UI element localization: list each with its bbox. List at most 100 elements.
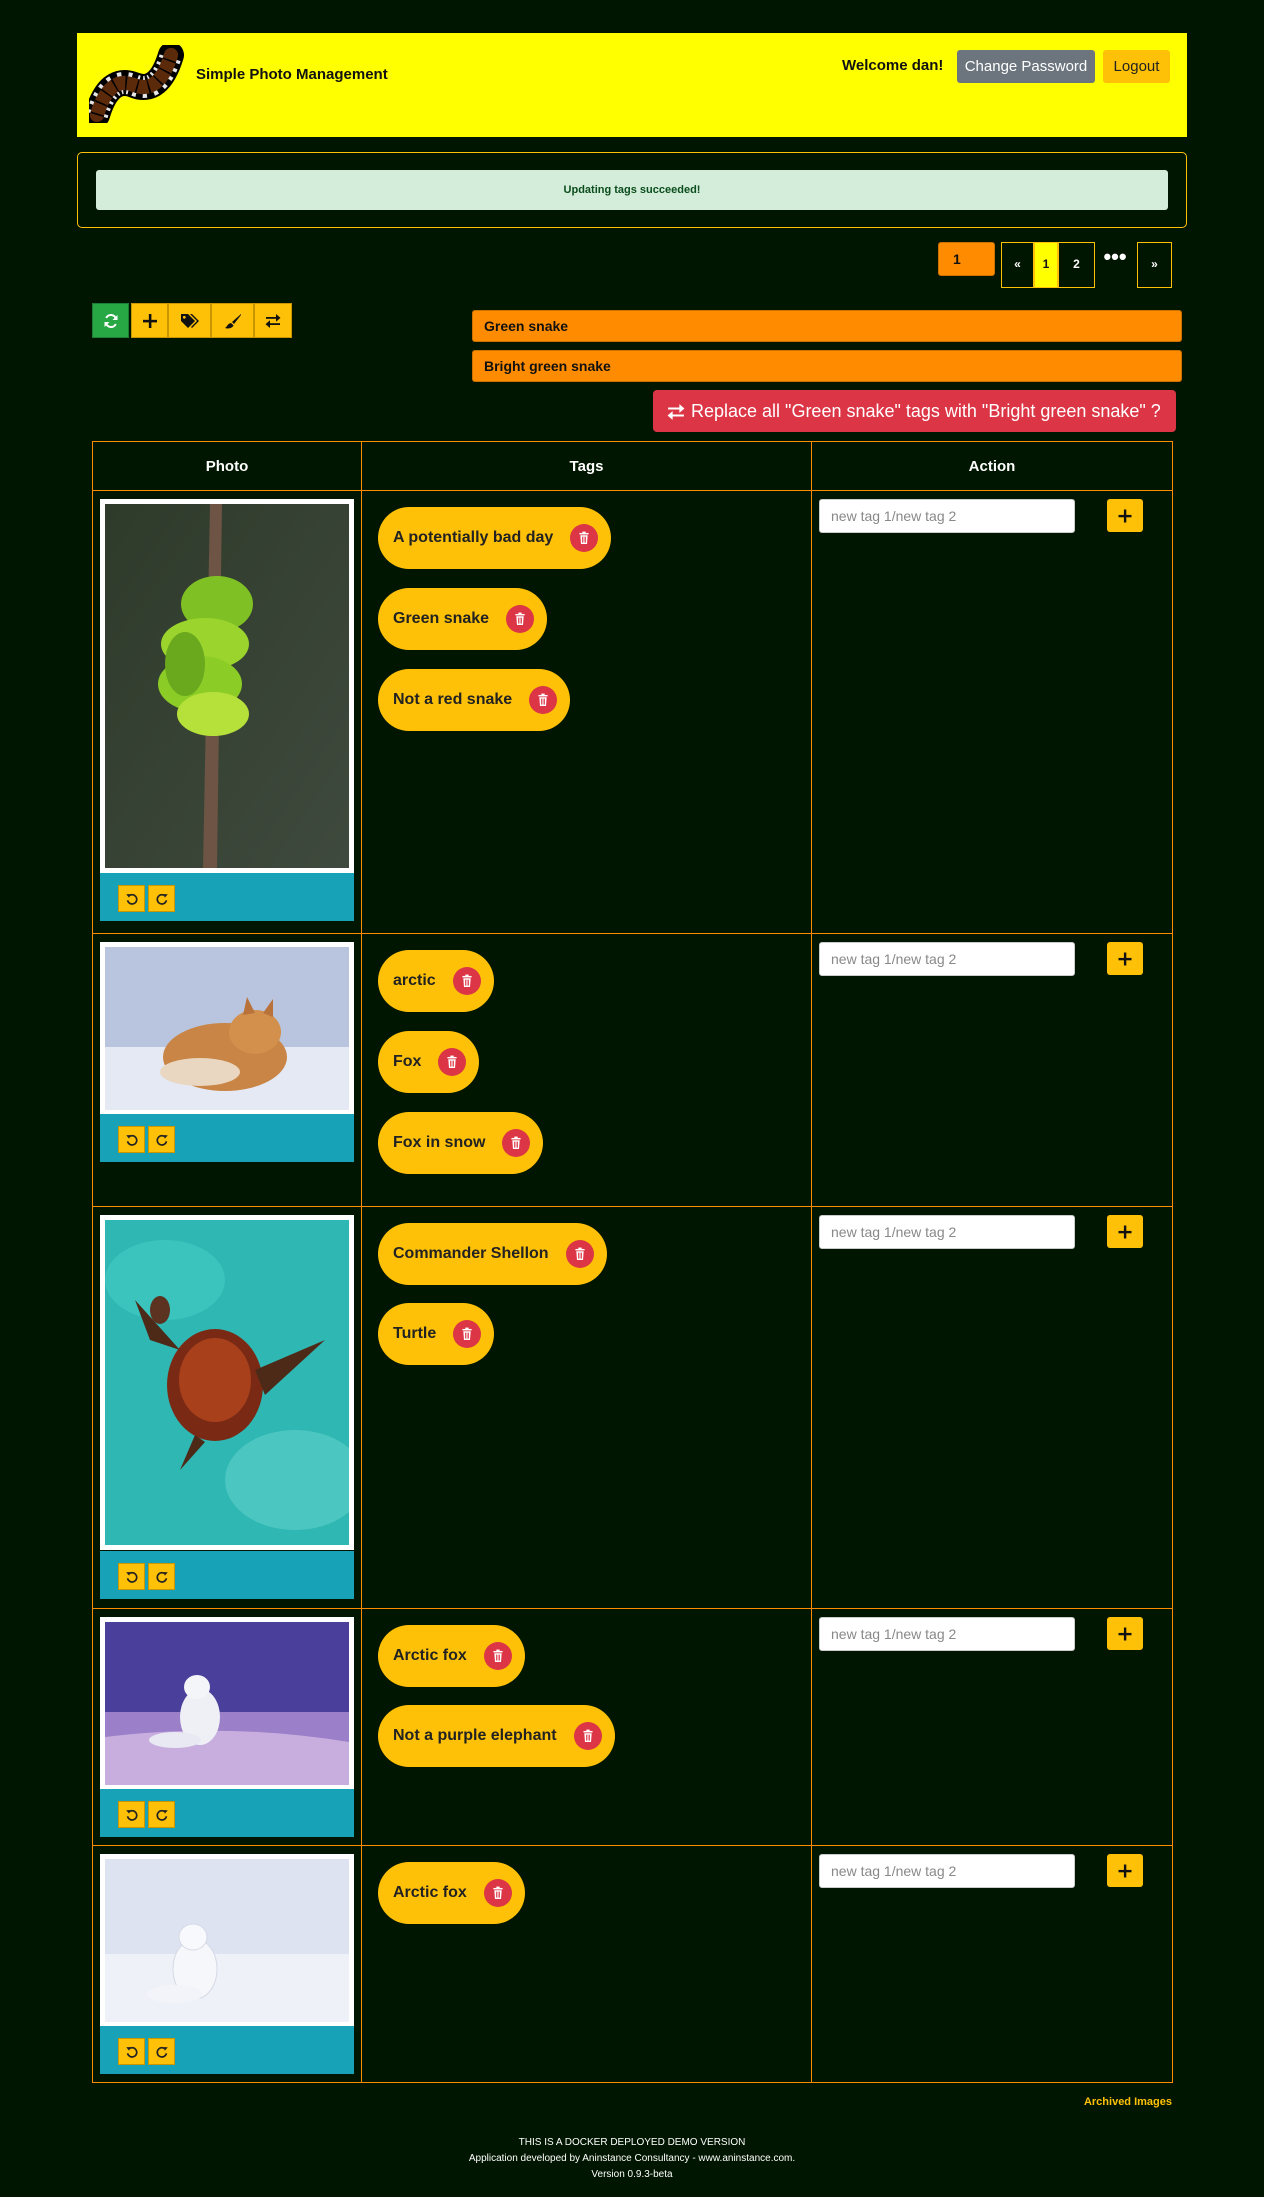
success-alert: Updating tags succeeded! — [96, 170, 1168, 210]
from-tag-bar[interactable]: Green snake — [472, 310, 1182, 342]
tag-pill: arctic — [378, 950, 494, 1012]
photo-frame[interactable] — [100, 1215, 354, 1550]
swap-button[interactable] — [254, 303, 292, 338]
add-tag-button[interactable] — [1107, 1215, 1143, 1248]
delete-tag-button[interactable] — [502, 1129, 531, 1157]
to-tag-bar[interactable]: Bright green snake — [472, 350, 1182, 382]
photo-sea-turtle — [105, 1220, 349, 1545]
column-header-photo: Photo — [92, 441, 362, 491]
trash-icon — [515, 613, 526, 626]
rotate-right-button[interactable] — [148, 1801, 175, 1828]
delete-tag-button[interactable] — [573, 1722, 602, 1750]
change-password-button[interactable]: Change Password — [957, 50, 1095, 83]
rotate-right-button[interactable] — [148, 2038, 175, 2065]
photo-frame[interactable] — [100, 1854, 354, 2027]
rotate-right-icon — [155, 892, 168, 905]
footer-version: Version 0.9.3-beta — [591, 2169, 673, 2180]
rotate-toolbar — [100, 1114, 354, 1162]
pagination-page-1[interactable]: 1 — [1034, 242, 1058, 288]
photo-arctic-fox-purple — [105, 1622, 349, 1785]
new-tag-input[interactable] — [819, 1617, 1075, 1651]
rotate-left-button[interactable] — [118, 885, 145, 912]
add-tag-button[interactable] — [1107, 942, 1143, 975]
trash-icon — [574, 1248, 585, 1261]
plus-icon — [1119, 952, 1132, 965]
photo-frame[interactable] — [100, 499, 354, 873]
rotate-left-button[interactable] — [118, 2038, 145, 2065]
replace-tags-button[interactable]: Replace all "Green snake" tags with "Bri… — [653, 390, 1176, 432]
pagination-prev[interactable]: « — [1001, 242, 1034, 288]
tag-pill: Green snake — [378, 588, 548, 650]
trash-icon — [579, 532, 590, 545]
brush-icon — [224, 313, 241, 328]
delete-tag-button[interactable] — [483, 1642, 512, 1670]
logout-button[interactable]: Logout — [1103, 50, 1170, 83]
trash-icon — [492, 1887, 503, 1900]
trash-icon — [538, 694, 549, 707]
plus-icon — [1119, 509, 1132, 522]
delete-tag-button[interactable] — [506, 605, 535, 633]
tag-label: Arctic fox — [393, 1647, 467, 1664]
rotate-left-button[interactable] — [118, 1563, 145, 1590]
tag-label: Green snake — [393, 610, 490, 627]
tag-label: Commander Shellon — [393, 1245, 549, 1262]
tags-button[interactable] — [168, 303, 211, 338]
rotate-left-icon — [125, 1808, 138, 1821]
action-cell — [811, 490, 1173, 934]
column-header-tags: Tags — [361, 441, 812, 491]
plus-icon — [143, 314, 157, 328]
delete-tag-button[interactable] — [570, 524, 599, 552]
pagination-page-2[interactable]: 2 — [1058, 242, 1095, 288]
tag-label: Fox — [393, 1053, 422, 1070]
photo-frame[interactable] — [100, 942, 354, 1115]
new-tag-input[interactable] — [819, 1215, 1075, 1249]
tag-pill: Fox — [378, 1031, 480, 1093]
tags-cell: arctic Fox Fox in snow — [361, 933, 812, 1207]
new-tag-input[interactable] — [819, 942, 1075, 976]
header-bar: Simple Photo Management Welcome dan! Cha… — [77, 33, 1187, 137]
delete-tag-button[interactable] — [438, 1048, 467, 1076]
add-button[interactable] — [131, 303, 168, 338]
delete-tag-button[interactable] — [452, 967, 481, 995]
add-tag-button[interactable] — [1107, 1854, 1143, 1887]
tag-label: Fox in snow — [393, 1134, 486, 1151]
rotate-left-button[interactable] — [118, 1801, 145, 1828]
rotate-toolbar — [100, 1551, 354, 1599]
delete-tag-button[interactable] — [529, 686, 558, 714]
plus-icon — [1119, 1864, 1132, 1877]
add-tag-button[interactable] — [1107, 499, 1143, 532]
photo-cell — [92, 933, 362, 1207]
exchange-icon — [265, 313, 281, 328]
refresh-icon — [104, 313, 117, 328]
photo-fox-in-snow — [105, 947, 349, 1110]
pagination-next[interactable]: » — [1137, 242, 1172, 288]
rotate-left-button[interactable] — [118, 1126, 145, 1153]
page-number-input[interactable] — [938, 242, 995, 276]
photo-white-arctic-fox — [105, 1859, 349, 2022]
new-tag-input[interactable] — [819, 499, 1075, 533]
brush-button[interactable] — [211, 303, 254, 338]
rotate-right-button[interactable] — [148, 1126, 175, 1153]
rotate-right-icon — [155, 1570, 168, 1583]
rotate-left-icon — [125, 892, 138, 905]
plus-icon — [1119, 1225, 1132, 1238]
delete-tag-button[interactable] — [453, 1320, 482, 1348]
plus-icon — [1119, 1627, 1132, 1640]
tag-label: arctic — [393, 972, 436, 989]
photo-frame[interactable] — [100, 1617, 354, 1790]
photo-cell — [92, 1845, 362, 2083]
action-cell — [811, 1206, 1173, 1609]
refresh-button[interactable] — [92, 303, 129, 338]
delete-tag-button[interactable] — [565, 1240, 594, 1268]
tag-pill: Arctic fox — [378, 1625, 525, 1687]
archived-images-link[interactable]: Archived Images — [1084, 2096, 1172, 2108]
rotate-left-icon — [125, 1570, 138, 1583]
rotate-right-button[interactable] — [148, 1563, 175, 1590]
new-tag-input[interactable] — [819, 1854, 1075, 1888]
add-tag-button[interactable] — [1107, 1617, 1143, 1650]
exchange-icon — [667, 403, 685, 420]
trash-icon — [492, 1650, 503, 1663]
trash-icon — [461, 975, 472, 988]
rotate-right-button[interactable] — [148, 885, 175, 912]
delete-tag-button[interactable] — [483, 1879, 512, 1907]
